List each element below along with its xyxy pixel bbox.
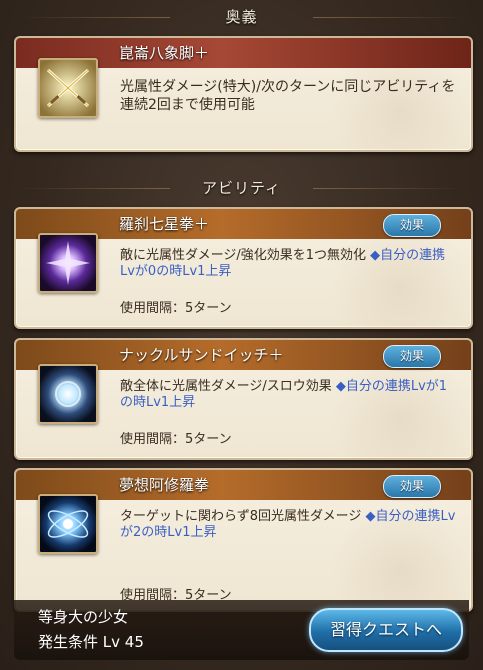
effect-button[interactable]: 効果 (383, 214, 441, 237)
ougi-section-title: 奥義 (0, 6, 483, 27)
ability-interval: 使用間隔：5ターン (120, 301, 232, 316)
ability-description: 敵全体に光属性ダメージ/スロウ効果 ◆自分の連携Lvが1の時Lv1上昇 (120, 379, 457, 411)
ability-name: 羅刹七星拳＋ (119, 215, 210, 233)
ability-interval: 使用間隔：5ターン (120, 432, 232, 447)
ability-effect-text: 敵全体に光属性ダメージ/スロウ効果 (120, 379, 332, 394)
unlock-condition-text: 発生条件 Lv 45 (38, 633, 144, 651)
blue-orbit-icon (38, 494, 98, 554)
ougi-name: 崑崙八象脚＋ (119, 44, 210, 62)
ability-source-text: 等身大の少女 (38, 608, 129, 626)
ability-card[interactable]: 羅刹七星拳＋ 効果 敵に光属性ダメージ/強化効果を1つ無効化 ◆自分の連携Lvが… (14, 207, 473, 329)
ability-description: 敵に光属性ダメージ/強化効果を1つ無効化 ◆自分の連携Lvが0の時Lv1上昇 (120, 248, 457, 280)
ability-name: 夢想阿修羅拳 (119, 476, 210, 494)
ability-effect-text: ターゲットに関わらず8回光属性ダメージ (120, 509, 362, 524)
light-orb-icon (38, 364, 98, 424)
unlock-condition-bar: 等身大の少女 発生条件 Lv 45 習得クエストへ (14, 600, 469, 660)
ability-card[interactable]: ナックルサンドイッチ＋ 効果 敵全体に光属性ダメージ/スロウ効果 ◆自分の連携L… (14, 338, 473, 460)
ougi-card[interactable]: 崑崙八象脚＋ 光属性ダメージ(特大)/次のターンに同じアビリティを連続2回まで使… (14, 36, 473, 152)
ability-card[interactable]: 夢想阿修羅拳 効果 ターゲットに関わらず8回光属性ダメージ ◆自分の連携Lvが2… (14, 468, 473, 612)
acquire-quest-button[interactable]: 習得クエストへ (309, 608, 463, 652)
purple-burst-icon (38, 233, 98, 293)
ability-description: ターゲットに関わらず8回光属性ダメージ ◆自分の連携Lvが2の時Lv1上昇 (120, 509, 457, 541)
ougi-description: 光属性ダメージ(特大)/次のターンに同じアビリティを連続2回まで使用可能 (120, 79, 456, 113)
ability-effect-text: 敵に光属性ダメージ/強化効果を1つ無効化 (120, 248, 367, 263)
ability-section-title: アビリティ (0, 177, 483, 198)
ability-name: ナックルサンドイッチ＋ (119, 346, 284, 364)
effect-button[interactable]: 効果 (383, 475, 441, 498)
crossed-swords-icon (38, 58, 98, 118)
effect-button[interactable]: 効果 (383, 345, 441, 368)
